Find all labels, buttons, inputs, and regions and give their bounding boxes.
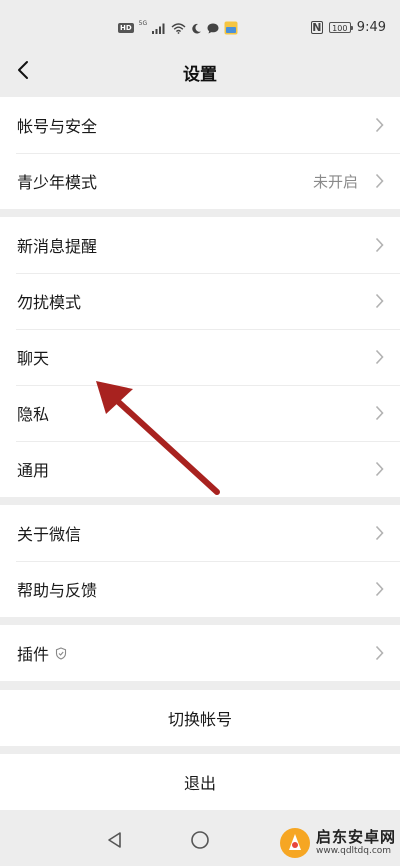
chevron-right-icon (375, 349, 384, 365)
logout-label: 退出 (183, 774, 216, 793)
watermark-text: 启东安卓网 www.qdltdq.com (316, 829, 396, 857)
settings-group-general: 新消息提醒 勿扰模式 聊天 隐私 通用 (0, 217, 400, 497)
settings-item-account-security[interactable]: 帐号与安全 (0, 97, 400, 153)
nfc-icon: N (310, 20, 323, 34)
status-icons-left: HD 5G (118, 20, 238, 36)
signal-icon (152, 23, 165, 34)
watermark-url: www.qdltdq.com (315, 846, 392, 856)
chat-bubble-icon (207, 23, 219, 33)
settings-item-label: 插件 (17, 641, 67, 665)
chevron-right-icon (375, 645, 384, 661)
notification-app-icon (224, 21, 238, 35)
settings-item-teen-mode[interactable]: 青少年模式 未开启 (0, 153, 400, 209)
watermark-title: 启东安卓网 (315, 828, 396, 846)
settings-item-notifications[interactable]: 新消息提醒 (0, 217, 400, 273)
watermark: 启东安卓网 www.qdltdq.com (278, 826, 396, 860)
triangle-back-icon (108, 832, 121, 848)
settings-group-about: 关于微信 帮助与反馈 (0, 505, 400, 617)
wifi-icon (171, 22, 186, 34)
settings-item-about[interactable]: 关于微信 (0, 505, 400, 561)
watermark-logo-icon (279, 828, 310, 858)
battery-icon: 100 (328, 21, 353, 33)
plugins-label-text: 插件 (17, 645, 50, 664)
shield-icon (55, 646, 67, 660)
settings-item-label: 勿扰模式 (17, 293, 82, 312)
settings-screen: HD 5G N 100 9:49 设置 帐号与安全 青少年模式 未开启 新消息提… (0, 0, 400, 866)
network-type-label: 5G (138, 20, 148, 27)
settings-item-label: 帮助与反馈 (17, 581, 98, 600)
hd-badge: HD (118, 23, 134, 33)
settings-item-general[interactable]: 通用 (0, 441, 400, 497)
settings-item-label: 隐私 (17, 405, 50, 424)
system-home-button[interactable] (188, 828, 212, 852)
settings-item-label: 通用 (17, 461, 50, 480)
settings-item-label: 聊天 (17, 349, 50, 368)
chevron-right-icon (375, 293, 384, 309)
chevron-right-icon (375, 405, 384, 421)
teen-mode-status: 未开启 (312, 172, 358, 191)
navigation-bar: 设置 (0, 40, 400, 100)
logout-button[interactable]: 退出 (0, 754, 400, 810)
settings-item-label: 关于微信 (17, 525, 82, 544)
chevron-right-icon (375, 461, 384, 477)
settings-group-plugins: 插件 (0, 625, 400, 681)
moon-icon (192, 23, 202, 34)
chevron-right-icon (375, 173, 384, 189)
settings-item-privacy[interactable]: 隐私 (0, 385, 400, 441)
settings-item-chat[interactable]: 聊天 (0, 329, 400, 385)
status-bar: HD 5G N 100 9:49 (0, 0, 400, 40)
page-title: 设置 (183, 65, 217, 85)
switch-account-label: 切换帐号 (167, 710, 232, 729)
settings-item-plugins[interactable]: 插件 (0, 625, 400, 681)
settings-item-label: 帐号与安全 (17, 117, 98, 136)
chevron-right-icon (375, 117, 384, 133)
status-icons-right: N 100 9:49 (310, 18, 386, 36)
chevron-right-icon (375, 581, 384, 597)
switch-account-button[interactable]: 切换帐号 (0, 690, 400, 746)
system-back-button[interactable] (103, 828, 127, 852)
settings-group-account: 帐号与安全 青少年模式 未开启 (0, 97, 400, 209)
settings-item-label: 新消息提醒 (17, 237, 98, 256)
settings-item-do-not-disturb[interactable]: 勿扰模式 (0, 273, 400, 329)
chevron-right-icon (375, 525, 384, 541)
settings-item-label: 青少年模式 (17, 173, 98, 192)
status-time: 9:49 (356, 19, 386, 35)
circle-home-icon (191, 831, 209, 849)
chevron-right-icon (375, 237, 384, 253)
settings-item-help-feedback[interactable]: 帮助与反馈 (0, 561, 400, 617)
